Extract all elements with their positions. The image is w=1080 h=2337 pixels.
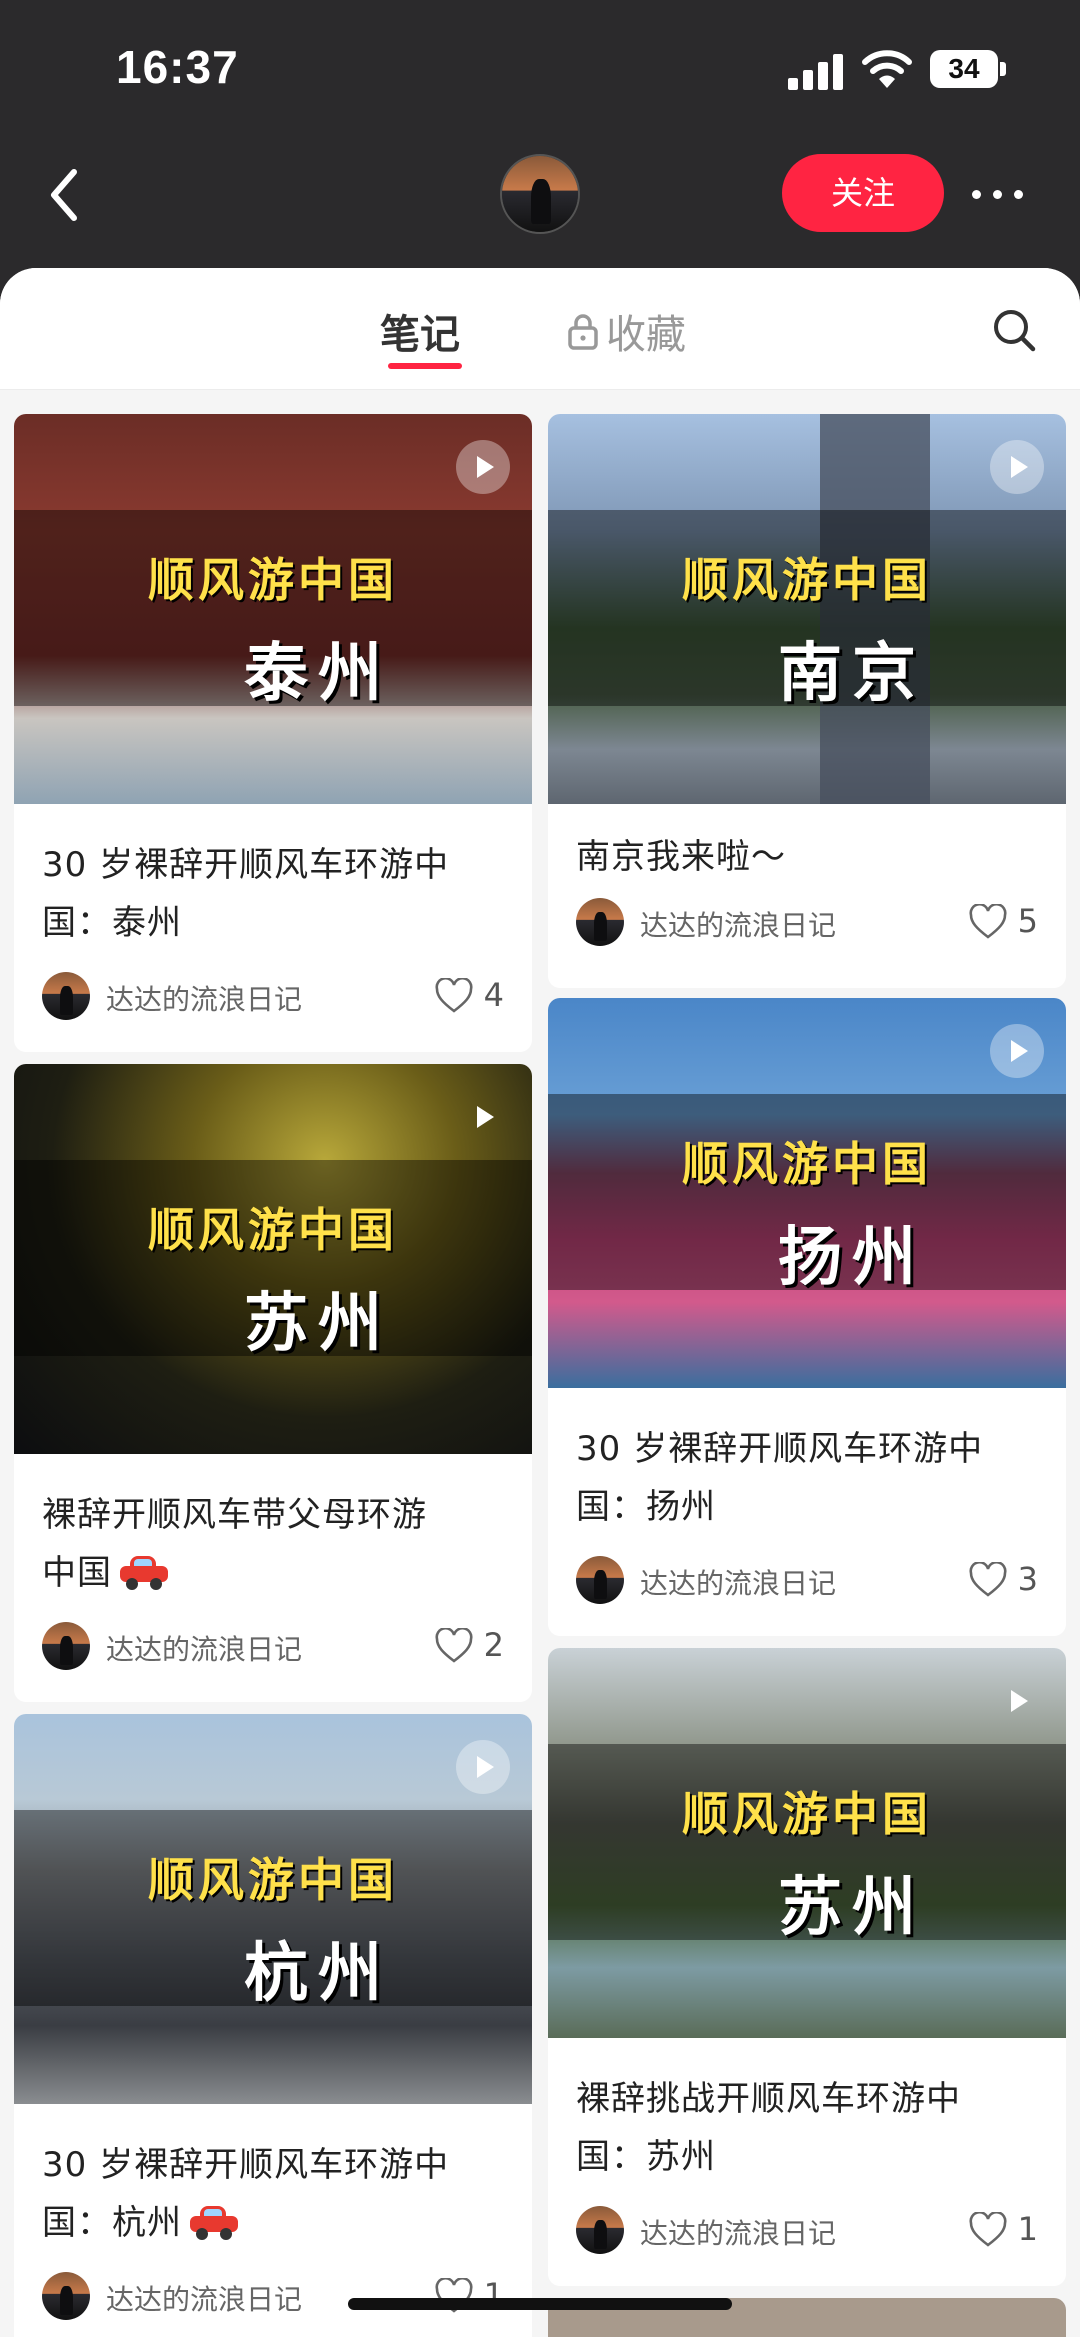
author-name[interactable]: 达达的流浪日记 xyxy=(106,2278,302,2318)
like-heart-icon[interactable] xyxy=(434,1628,474,1664)
note-cover-image[interactable]: 顺风游中国 泰州 xyxy=(14,414,532,804)
note-card[interactable]: 顺风游中国 泰州 30 岁裸辞开顺风车环游中 国：泰州 达达的流浪日记 4 xyxy=(14,414,532,1052)
note-cover-image[interactable]: 顺风游中国 苏州 xyxy=(548,1648,1066,2038)
cover-city: 苏州 xyxy=(778,1870,926,1945)
like-heart-icon[interactable] xyxy=(968,904,1008,940)
note-cover-image[interactable]: 顺风游中国 苏州 xyxy=(14,1064,532,1454)
author-avatar[interactable] xyxy=(42,972,90,1020)
cover-slogan: 顺风游中国 xyxy=(148,1203,398,1257)
more-options-icon[interactable] xyxy=(972,176,1032,212)
profile-avatar[interactable] xyxy=(500,154,580,234)
like-count: 5 xyxy=(1017,902,1038,940)
author-avatar[interactable] xyxy=(576,2206,624,2254)
author-avatar[interactable] xyxy=(576,1556,624,1604)
note-card[interactable]: 顺风游中国 扬州 30 岁裸辞开顺风车环游中 国：扬州 达达的流浪日记 3 xyxy=(548,998,1066,1636)
author-avatar[interactable] xyxy=(42,1622,90,1670)
content-panel: 笔记 收藏 顺风游中国 泰州 30 岁裸辞开顺风车环游中 国：泰州 达达的流浪日… xyxy=(0,268,1080,2337)
note-meta: 达达的流浪日记 1 xyxy=(548,2186,1066,2276)
car-emoji-icon xyxy=(118,1554,170,1590)
follow-button[interactable]: 关注 xyxy=(782,154,944,232)
video-play-icon xyxy=(990,1024,1044,1078)
tab-favorites[interactable]: 收藏 xyxy=(566,302,686,360)
battery-level: 34 xyxy=(930,50,998,88)
author-name[interactable]: 达达的流浪日记 xyxy=(106,978,302,1018)
note-meta: 达达的流浪日记 3 xyxy=(548,1536,1066,1626)
note-card[interactable]: 顺风游中国 杭州 30 岁裸辞开顺风车环游中 国：杭州 达达的流浪日记 1 xyxy=(14,1714,532,2337)
cover-slogan: 顺风游中国 xyxy=(148,1853,398,1907)
video-play-icon xyxy=(456,1740,510,1794)
author-name[interactable]: 达达的流浪日记 xyxy=(640,1562,836,1602)
home-indicator xyxy=(348,2298,732,2310)
cover-slogan: 顺风游中国 xyxy=(682,1787,932,1841)
like-heart-icon[interactable] xyxy=(968,2212,1008,2248)
note-card[interactable]: 顺风游中国 苏州 裸辞开顺风车带父母环游 中国 达达的流浪日记 2 xyxy=(14,1064,532,1702)
wifi-icon xyxy=(862,50,912,88)
note-title: 南京我来啦～ xyxy=(576,837,786,877)
cover-slogan: 顺风游中国 xyxy=(682,1137,932,1191)
note-meta: 达达的流浪日记 1 xyxy=(14,2252,532,2337)
like-count: 2 xyxy=(483,1626,504,1664)
like-heart-icon[interactable] xyxy=(434,978,474,1014)
note-meta: 达达的流浪日记 5 xyxy=(548,878,1066,968)
cover-city: 泰州 xyxy=(244,636,392,711)
cover-city: 杭州 xyxy=(244,1936,392,2011)
search-icon[interactable] xyxy=(990,306,1038,354)
author-avatar[interactable] xyxy=(576,898,624,946)
note-card[interactable]: 顺风游中国 苏州 裸辞挑战开顺风车环游中 国：苏州 达达的流浪日记 1 xyxy=(548,1648,1066,2286)
note-title: 裸辞开顺风车带父母环游 中国 xyxy=(42,1495,427,1593)
tab-notes[interactable]: 笔记 xyxy=(380,302,460,360)
note-cover-image[interactable]: 顺风游中国 杭州 xyxy=(14,1714,532,2104)
note-card[interactable]: 顺风游中国 南京 南京我来啦～ 达达的流浪日记 5 xyxy=(548,414,1066,988)
author-name[interactable]: 达达的流浪日记 xyxy=(640,904,836,944)
author-name[interactable]: 达达的流浪日记 xyxy=(640,2212,836,2252)
like-heart-icon[interactable] xyxy=(968,1562,1008,1598)
note-meta: 达达的流浪日记 2 xyxy=(14,1602,532,1692)
note-title: 裸辞挑战开顺风车环游中 国：苏州 xyxy=(576,2079,961,2177)
note-meta: 达达的流浪日记 4 xyxy=(14,952,532,1042)
note-title: 30 岁裸辞开顺风车环游中 国：杭州 xyxy=(42,2145,450,2243)
video-play-icon xyxy=(990,1674,1044,1728)
note-title: 30 岁裸辞开顺风车环游中 国：扬州 xyxy=(576,1429,984,1527)
like-count: 3 xyxy=(1017,1560,1038,1598)
battery-icon: 34 xyxy=(930,50,1006,88)
active-tab-indicator xyxy=(388,363,462,369)
lock-icon xyxy=(568,314,598,350)
video-play-icon xyxy=(456,1090,510,1144)
cover-city: 南京 xyxy=(778,636,926,711)
like-count: 1 xyxy=(1017,2210,1038,2248)
cellular-signal-icon xyxy=(788,52,844,90)
cover-city: 扬州 xyxy=(778,1220,926,1295)
back-arrow-icon[interactable] xyxy=(40,160,90,230)
author-avatar[interactable] xyxy=(42,2272,90,2320)
cover-city: 苏州 xyxy=(244,1286,392,1361)
tab-bar: 笔记 收藏 xyxy=(0,268,1080,390)
note-cover-image[interactable]: 顺风游中国 南京 xyxy=(548,414,1066,804)
tab-favorites-label: 收藏 xyxy=(606,312,686,358)
cover-slogan: 顺风游中国 xyxy=(148,553,398,607)
status-time: 16:37 xyxy=(116,41,239,93)
video-play-icon xyxy=(456,440,510,494)
status-bar: 16:37 34 xyxy=(0,0,1080,140)
like-count: 4 xyxy=(483,976,504,1014)
note-title: 30 岁裸辞开顺风车环游中 国：泰州 xyxy=(42,845,450,943)
car-emoji-icon xyxy=(188,2204,240,2240)
author-name[interactable]: 达达的流浪日记 xyxy=(106,1628,302,1668)
video-play-icon xyxy=(990,440,1044,494)
cover-slogan: 顺风游中国 xyxy=(682,553,932,607)
note-cover-image[interactable]: 顺风游中国 扬州 xyxy=(548,998,1066,1388)
